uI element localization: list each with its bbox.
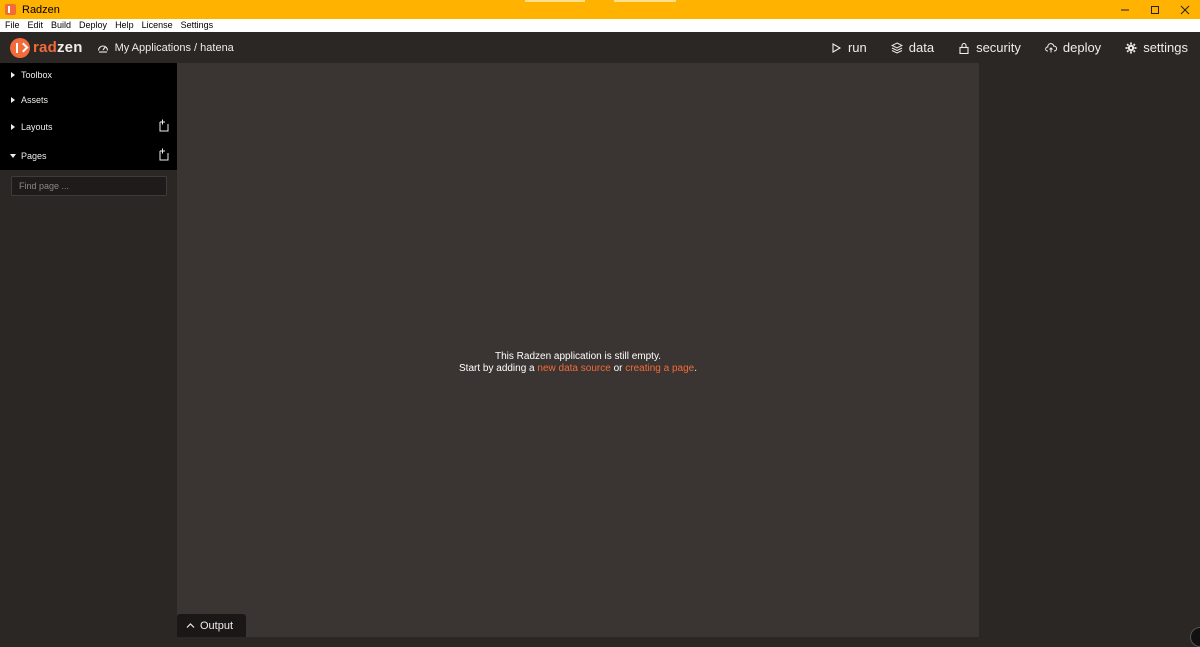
sidebar-section-label: Assets — [21, 95, 49, 105]
dashboard-icon — [97, 44, 108, 53]
empty-message-text: or — [610, 363, 626, 374]
logo-text-suffix: zen — [56, 39, 83, 56]
layers-icon — [890, 41, 903, 54]
window-controls — [1110, 0, 1200, 19]
sidebar-section-label: Pages — [21, 151, 47, 161]
add-layout-icon[interactable] — [158, 119, 170, 132]
sidebar-section-pages[interactable]: Pages — [0, 144, 177, 168]
menu-bar: File Edit Build Deploy Help License Sett… — [0, 19, 1200, 32]
find-page-input[interactable] — [11, 176, 167, 196]
chevron-up-icon — [186, 623, 195, 628]
radzen-app-icon — [5, 4, 16, 15]
nav-run[interactable]: run — [830, 40, 867, 55]
add-page-icon[interactable] — [158, 148, 170, 161]
titlebar-highlight — [525, 0, 585, 2]
nav-deploy[interactable]: deploy — [1045, 40, 1101, 55]
output-panel-toggle[interactable]: Output — [177, 614, 246, 637]
menu-file[interactable]: File — [0, 19, 24, 32]
lock-icon — [959, 42, 969, 54]
window-title: Radzen — [22, 3, 60, 16]
nav-data[interactable]: data — [890, 40, 935, 55]
sidebar-section-label: Layouts — [21, 122, 53, 132]
logo-text: radzen — [33, 39, 83, 56]
close-icon — [1180, 5, 1190, 14]
output-label: Output — [200, 619, 234, 632]
design-canvas: This Radzen application is still empty. … — [177, 63, 979, 637]
sidebar-section-assets[interactable]: Assets — [0, 88, 177, 112]
new-data-source-link[interactable]: new data source — [537, 363, 610, 374]
create-page-link[interactable]: creating a page — [625, 363, 694, 374]
cloud-upload-icon — [1045, 42, 1057, 52]
breadcrumb[interactable]: My Applications / hatena — [97, 42, 234, 54]
nav-security[interactable]: security — [958, 40, 1021, 55]
sidebar-section-toolbox[interactable]: Toolbox — [0, 63, 177, 87]
gear-icon — [1125, 42, 1137, 53]
app-header: radzen My Applications / hatena run data — [0, 32, 1200, 63]
maximize-icon — [1151, 5, 1159, 14]
nav-run-label: run — [847, 40, 867, 55]
maximize-button[interactable] — [1140, 0, 1170, 19]
play-icon — [832, 42, 842, 53]
empty-app-message: This Radzen application is still empty. … — [177, 351, 979, 375]
empty-message-text: . — [694, 363, 697, 374]
empty-message-line1: This Radzen application is still empty. — [495, 351, 661, 362]
radzen-logo[interactable]: radzen — [10, 37, 83, 58]
minimize-icon — [1121, 9, 1129, 10]
caret-down-icon — [10, 154, 16, 158]
nav-settings-label: settings — [1143, 40, 1188, 55]
sidebar-section-layouts[interactable]: Layouts — [0, 115, 177, 139]
menu-license[interactable]: License — [138, 19, 177, 32]
nav-settings[interactable]: settings — [1125, 40, 1188, 55]
sidebar-section-label: Toolbox — [21, 70, 53, 80]
radzen-logo-icon — [10, 37, 30, 58]
titlebar-highlight — [614, 0, 676, 2]
menu-build[interactable]: Build — [47, 19, 75, 32]
empty-message-text: Start by adding a — [459, 363, 538, 374]
caret-right-icon — [11, 72, 15, 78]
menu-help[interactable]: Help — [111, 19, 138, 32]
logo-text-prefix: rad — [33, 39, 57, 56]
chat-bubble-icon[interactable] — [1190, 627, 1200, 647]
caret-right-icon — [11, 124, 15, 130]
minimize-button[interactable] — [1110, 0, 1140, 19]
nav-deploy-label: deploy — [1062, 40, 1102, 55]
menu-deploy[interactable]: Deploy — [75, 19, 111, 32]
menu-settings[interactable]: Settings — [177, 19, 218, 32]
menu-edit[interactable]: Edit — [24, 19, 48, 32]
breadcrumb-text: My Applications / hatena — [114, 41, 234, 54]
caret-right-icon — [11, 97, 15, 103]
top-nav: run data security deploy settings — [806, 32, 1188, 63]
nav-data-label: data — [908, 40, 935, 55]
properties-panel — [979, 63, 1200, 637]
nav-security-label: security — [976, 40, 1021, 55]
window-titlebar: Radzen — [0, 0, 1200, 19]
left-sidebar: Toolbox Assets Layouts Pages — [0, 63, 177, 637]
empty-message-line2: Start by adding a new data source or cre… — [177, 363, 979, 375]
close-button[interactable] — [1170, 0, 1200, 19]
